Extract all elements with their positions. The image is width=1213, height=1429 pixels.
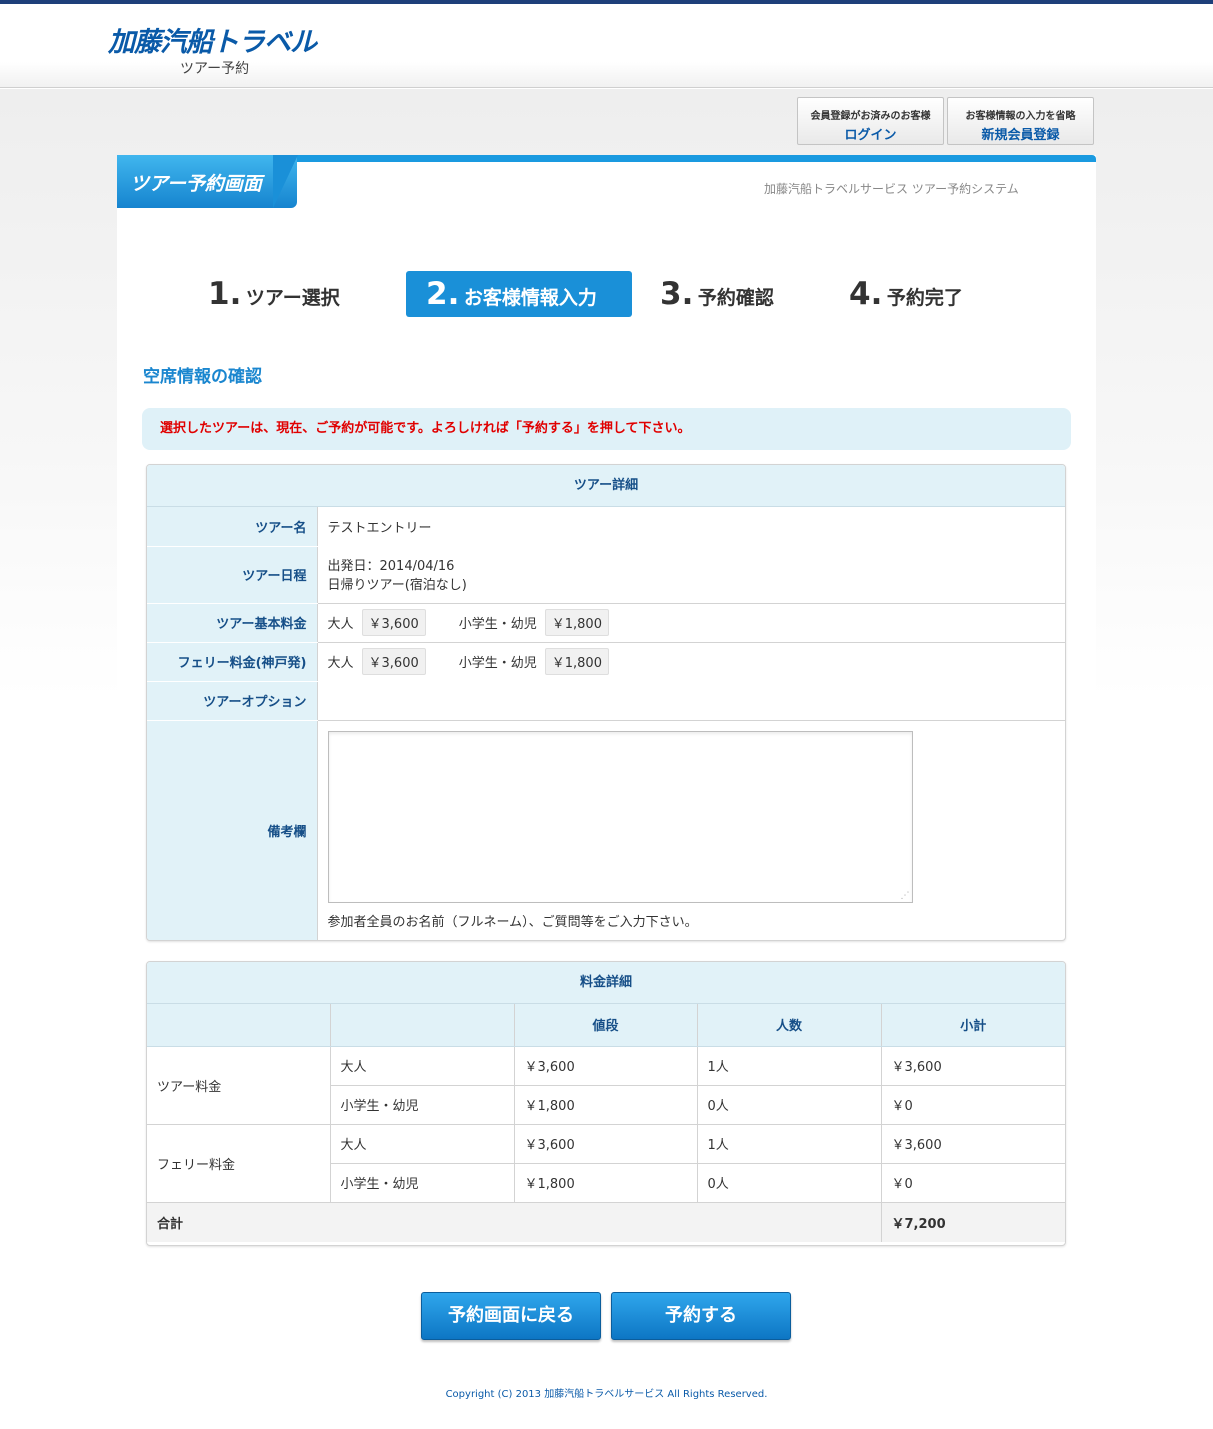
tour-option-label: ツアーオプション	[147, 681, 318, 721]
fee-type: 小学生・幼児	[330, 1163, 515, 1203]
register-label: 新規会員登録	[981, 128, 1060, 143]
step-4: 4. 予約完了	[849, 271, 963, 317]
register-button[interactable]: お客様情報の入力を省略 新規会員登録	[947, 97, 1094, 145]
fee-detail-heading: 料金詳細	[147, 962, 1065, 1004]
site-header: 加藤汽船トラベル ツアー予約	[0, 4, 1213, 88]
base-adult-price: ￥3,600	[361, 609, 426, 636]
fee-price: ￥3,600	[514, 1046, 698, 1086]
fee-col-price: 値段	[514, 1004, 698, 1047]
fee-subtotal: ￥0	[881, 1085, 1065, 1125]
panel-title: ツアー予約画面	[130, 173, 262, 195]
step-1-number: 1.	[208, 276, 242, 312]
tour-name-label: ツアー名	[147, 507, 318, 547]
base-fee-label: ツアー基本料金	[147, 603, 318, 643]
ferry-child-price: ￥1,800	[544, 648, 609, 676]
step-4-number: 4.	[849, 276, 883, 312]
departure-date: 出発日：2014/04/16	[327, 559, 455, 575]
ferry-adult-price: ￥3,600	[361, 648, 426, 676]
step-3: 3. 予約確認	[660, 271, 774, 317]
fee-type: 大人	[330, 1124, 515, 1164]
tour-schedule-value: 出発日：2014/04/16 日帰りツアー(宿泊なし)	[317, 546, 1065, 604]
reservation-panel: ツアー予約画面 加藤汽船トラベルサービス ツアー予約システム 1. ツアー選択 …	[117, 155, 1096, 1340]
fee-price: ￥3,600	[514, 1124, 698, 1164]
fee-count: 0人	[697, 1163, 882, 1203]
fee-total-label: 合計	[147, 1202, 882, 1242]
fee-total-value: ￥7,200	[881, 1202, 1065, 1242]
tour-detail-heading: ツアー詳細	[147, 465, 1065, 507]
fee-detail-table: 値段 人数 小計 ツアー料金 大人 ￥3,600 1人 ￥3,600 小学生・幼…	[147, 1004, 1065, 1242]
memo-row: 備考欄 ⋰ 参加者全員のお名前（フルネーム）、ご質問等をご入力下さい。	[147, 720, 1065, 940]
memo-cell: ⋰ 参加者全員のお名前（フルネーム）、ご質問等をご入力下さい。	[317, 720, 1065, 940]
tour-option-row: ツアーオプション	[147, 681, 1065, 721]
panel-subtitle: 加藤汽船トラベルサービス ツアー予約システム	[764, 182, 1019, 196]
panel-title-tab-slant	[273, 155, 298, 208]
register-note: お客様情報の入力を省略	[965, 111, 1076, 122]
base-adult-label: 大人	[327, 617, 354, 632]
step-3-number: 3.	[660, 276, 694, 312]
tour-detail-box: ツアー詳細 ツアー名 テストエントリー ツアー日程 出発日：2014/04/16…	[146, 464, 1066, 941]
availability-notice: 選択したツアーは、現在、ご予約が可能です。よろしければ「予約する」を押して下さい…	[142, 408, 1071, 450]
step-1-label: ツアー選択	[245, 287, 340, 309]
fee-total-row: 合計 ￥7,200	[147, 1202, 1065, 1242]
day-trip-note: 日帰りツアー(宿泊なし)	[327, 578, 467, 594]
fee-price: ￥1,800	[514, 1163, 698, 1203]
fee-col-type	[330, 1004, 515, 1047]
fee-subtotal: ￥3,600	[881, 1124, 1065, 1164]
memo-textarea[interactable]: ⋰	[327, 730, 913, 903]
fee-col-group	[147, 1004, 331, 1047]
login-note: 会員登録がお済みのお客様	[810, 111, 931, 122]
fee-detail-box: 料金詳細 値段 人数 小計 ツアー料金 大人 ￥3,600 1人 ￥3,600 …	[146, 961, 1066, 1246]
login-button[interactable]: 会員登録がお済みのお客様 ログイン	[797, 97, 944, 145]
step-3-label: 予約確認	[697, 287, 774, 309]
tour-schedule-row: ツアー日程 出発日：2014/04/16 日帰りツアー(宿泊なし)	[147, 546, 1065, 604]
base-child-price: ￥1,800	[544, 609, 609, 636]
fee-group-name: フェリー料金	[147, 1124, 331, 1203]
fee-count: 1人	[697, 1124, 882, 1164]
fee-subtotal: ￥3,600	[881, 1046, 1065, 1086]
fee-col-subtotal: 小計	[881, 1004, 1065, 1047]
tour-name-row: ツアー名 テストエントリー	[147, 507, 1065, 547]
ferry-child-label: 小学生・幼児	[458, 656, 537, 672]
ferry-fee-value: 大人 ￥3,600 小学生・幼児 ￥1,800	[317, 642, 1065, 681]
tour-name-value: テストエントリー	[327, 521, 432, 536]
ferry-fee-label: フェリー料金(神戸発)	[147, 642, 318, 682]
resize-grip-icon[interactable]: ⋰	[901, 891, 910, 901]
fee-col-count: 人数	[697, 1004, 882, 1047]
fee-price: ￥1,800	[514, 1085, 698, 1125]
fee-group-name: ツアー料金	[147, 1046, 331, 1125]
fee-header-row: 値段 人数 小計	[147, 1004, 1065, 1047]
fee-count: 1人	[697, 1046, 882, 1086]
reserve-button[interactable]: 予約する	[611, 1292, 791, 1340]
base-fee-value: 大人 ￥3,600 小学生・幼児 ￥1,800	[317, 603, 1065, 643]
memo-label: 備考欄	[147, 720, 318, 940]
fee-type: 小学生・幼児	[330, 1085, 515, 1125]
login-label: ログイン	[844, 128, 897, 143]
tour-option-value	[317, 681, 1065, 721]
fee-type: 大人	[330, 1046, 515, 1086]
site-subtitle: ツアー予約	[180, 61, 250, 77]
step-2-number: 2.	[426, 276, 460, 312]
step-4-label: 予約完了	[886, 287, 963, 309]
base-child-label: 小学生・幼児	[458, 617, 537, 632]
step-1: 1. ツアー選択	[208, 271, 340, 317]
copyright: Copyright (C) 2013 加藤汽船トラベルサービス All Righ…	[445, 1389, 768, 1400]
step-2-active: 2. お客様情報入力	[406, 271, 632, 317]
site-logo[interactable]: 加藤汽船トラベル	[108, 20, 317, 59]
base-fee-row: ツアー基本料金 大人 ￥3,600 小学生・幼児 ￥1,800	[147, 603, 1065, 643]
fee-count: 0人	[697, 1085, 882, 1125]
step-2-label: お客様情報入力	[463, 287, 597, 309]
back-button[interactable]: 予約画面に戻る	[421, 1292, 601, 1340]
ferry-fee-row: フェリー料金(神戸発) 大人 ￥3,600 小学生・幼児 ￥1,800	[147, 642, 1065, 682]
tour-schedule-label: ツアー日程	[147, 546, 318, 604]
memo-hint: 参加者全員のお名前（フルネーム）、ご質問等をご入力下さい。	[327, 914, 698, 930]
ferry-adult-label: 大人	[327, 656, 354, 672]
fee-row: ツアー料金 大人 ￥3,600 1人 ￥3,600	[147, 1046, 1065, 1125]
fee-subtotal: ￥0	[881, 1163, 1065, 1203]
fee-row: フェリー料金 大人 ￥3,600 1人 ￥3,600	[147, 1124, 1065, 1203]
tour-detail-table: ツアー名 テストエントリー ツアー日程 出発日：2014/04/16 日帰りツア…	[147, 507, 1065, 940]
section-title: 空席情報の確認	[143, 367, 262, 387]
